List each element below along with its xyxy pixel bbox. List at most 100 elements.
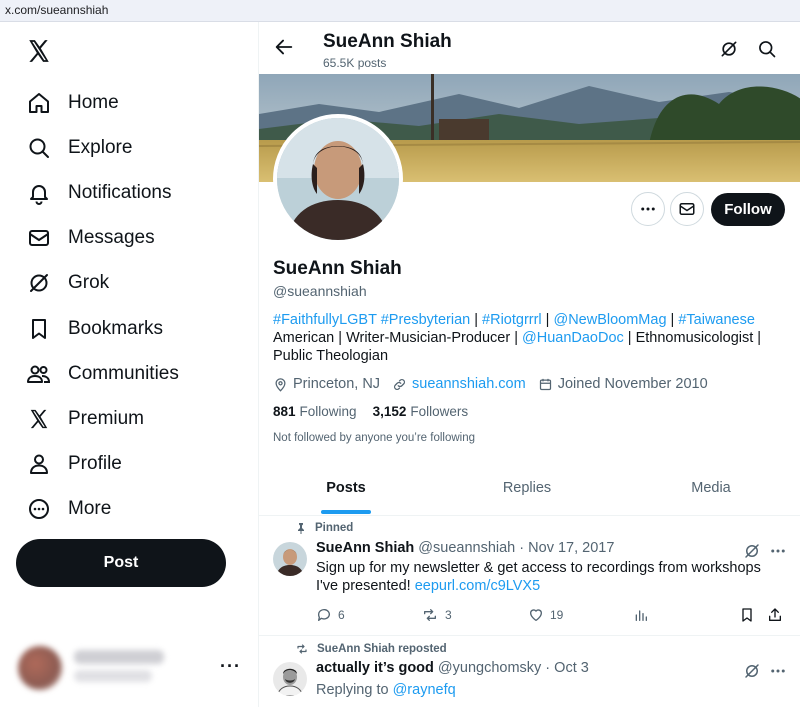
bell-icon: [26, 180, 52, 206]
mention-link[interactable]: @NewBloomMag: [553, 312, 666, 328]
tab-media[interactable]: Media: [621, 470, 800, 516]
sidebar-item-label: Bookmarks: [68, 318, 164, 339]
sidebar-item-label: Grok: [68, 272, 110, 293]
sidebar-item-bookmarks[interactable]: Bookmarks: [26, 312, 163, 346]
more-icon[interactable]: ···: [220, 656, 241, 677]
reply-count: 6: [338, 608, 345, 622]
heart-icon: [530, 609, 542, 621]
avatar[interactable]: [273, 542, 307, 576]
sidebar-item-label: More: [68, 498, 112, 519]
hashtag-link[interactable]: #Riotgrrrl: [482, 312, 542, 328]
sidebar-item-notifications[interactable]: Notifications: [26, 176, 172, 210]
profile-column: SueAnn Shiah 65.5K posts Follow SueAnn S…: [258, 22, 800, 707]
profile-website[interactable]: sueannshiah.com: [392, 376, 526, 392]
sidebar-item-explore[interactable]: Explore: [26, 131, 132, 165]
profile-header: SueAnn Shiah 65.5K posts: [259, 22, 800, 74]
x-logo-icon[interactable]: [26, 38, 52, 64]
profile-name: SueAnn Shiah: [273, 258, 402, 279]
post-button[interactable]: Post: [16, 539, 226, 587]
account-switcher[interactable]: ···: [18, 640, 248, 696]
profile-avatar[interactable]: [273, 114, 403, 244]
profile-bio: #FaithfullyLGBT #Presbyterian | #Riotgrr…: [273, 311, 793, 365]
tweet-header: actually it’s good @yungchomsky · Oct 3: [316, 660, 589, 676]
tweet-author-handle[interactable]: @sueannshiah: [418, 540, 515, 556]
share-icon: [769, 608, 781, 621]
bio-text: American | Writer-Musician-Producer |: [273, 330, 522, 346]
hashtag-link[interactable]: #Presbyterian: [381, 312, 470, 328]
profile-meta: Princeton, NJ sueannshiah.com Joined Nov…: [273, 375, 720, 393]
tweet-text: Sign up for my newsletter & get access t…: [316, 560, 761, 594]
tweet-link[interactable]: eepurl.com/c9LVX5: [415, 578, 540, 594]
profile-location: Princeton, NJ: [273, 376, 380, 392]
tweet-author-name[interactable]: SueAnn Shiah: [316, 540, 414, 556]
home-icon: [26, 90, 52, 116]
more-icon: [641, 207, 655, 211]
share-button[interactable]: [767, 607, 789, 623]
sidebar-item-profile[interactable]: Profile: [26, 447, 122, 481]
reply-button[interactable]: 6: [316, 607, 345, 623]
bio-separator: |: [541, 312, 554, 328]
pinned-label: Pinned: [295, 522, 353, 534]
more-options-button[interactable]: [631, 192, 665, 226]
search-icon[interactable]: [757, 39, 777, 59]
sidebar-item-label: Messages: [68, 227, 155, 248]
repost-icon: [424, 609, 436, 621]
reply-icon: [317, 609, 330, 621]
views-button[interactable]: [633, 607, 655, 623]
follow-button[interactable]: Follow: [711, 193, 785, 226]
tweet[interactable]: Pinned SueAnn Shiah @sueannshiah · Nov 17…: [259, 516, 800, 636]
hashtag-link[interactable]: #FaithfullyLGBT: [273, 312, 377, 328]
people-icon: [26, 361, 52, 387]
tweet-author-handle[interactable]: @yungchomsky: [438, 660, 541, 676]
follow-stats: 881 Following 3,152 Followers: [273, 404, 468, 419]
bookmark-icon: [742, 608, 752, 622]
replying-to: Replying to @raynefq: [316, 682, 456, 698]
grok-icon[interactable]: [743, 542, 761, 560]
envelope-icon: [26, 225, 52, 251]
sidebar-item-label: Premium: [68, 408, 145, 429]
tweet[interactable]: SueAnn Shiah reposted actually it’s good…: [259, 636, 800, 707]
following-link[interactable]: 881 Following: [273, 404, 357, 419]
tweet-header: SueAnn Shiah @sueannshiah · Nov 17, 2017: [316, 540, 615, 556]
bookmark-button[interactable]: [739, 607, 761, 623]
sidebar-item-communities[interactable]: Communities: [26, 357, 179, 391]
more-icon[interactable]: [769, 542, 787, 560]
repost-count: 3: [445, 608, 452, 622]
location-pin-icon: [275, 377, 286, 392]
tweet-date[interactable]: Oct 3: [554, 660, 589, 676]
back-arrow-icon[interactable]: [273, 36, 295, 58]
message-button[interactable]: [670, 192, 704, 226]
tweet-date[interactable]: Nov 17, 2017: [528, 540, 614, 556]
link-icon: [394, 378, 406, 390]
tweet-header-icons: [743, 662, 800, 680]
repost-icon: [297, 644, 307, 654]
repost-button[interactable]: 3: [421, 607, 452, 623]
like-button[interactable]: 19: [528, 607, 563, 623]
tweet-author-name[interactable]: actually it’s good: [316, 660, 434, 676]
sidebar-item-label: Profile: [68, 453, 122, 474]
followers-link[interactable]: 3,152 Followers: [373, 404, 469, 419]
sidebar: Home Explore Notifications Messages Grok…: [0, 22, 258, 707]
bar-chart-icon: [635, 610, 647, 621]
sidebar-item-label: Home: [68, 92, 119, 113]
mention-link[interactable]: @HuanDaoDoc: [522, 330, 624, 346]
like-count: 19: [550, 608, 564, 622]
tab-replies[interactable]: Replies: [433, 470, 621, 516]
profile-handle: @sueannshiah: [273, 283, 367, 299]
hashtag-link[interactable]: #Taiwanese: [678, 312, 755, 328]
sidebar-item-more[interactable]: More: [26, 492, 111, 526]
account-name-blurred: [74, 650, 164, 664]
browser-url-bar[interactable]: x.com/sueannshiah: [0, 0, 800, 22]
grok-icon[interactable]: [743, 662, 761, 680]
more-icon[interactable]: [769, 662, 787, 680]
avatar[interactable]: [273, 662, 307, 696]
x-logo-icon: [26, 406, 52, 432]
pin-icon: [298, 523, 304, 534]
mention-link[interactable]: @raynefq: [393, 682, 456, 698]
sidebar-item-premium[interactable]: Premium: [26, 402, 144, 436]
grok-icon[interactable]: [719, 39, 739, 59]
sidebar-item-home[interactable]: Home: [26, 86, 119, 120]
profile-joined-date: Joined November 2010: [538, 376, 708, 392]
sidebar-item-grok[interactable]: Grok: [26, 266, 109, 300]
sidebar-item-messages[interactable]: Messages: [26, 221, 155, 255]
